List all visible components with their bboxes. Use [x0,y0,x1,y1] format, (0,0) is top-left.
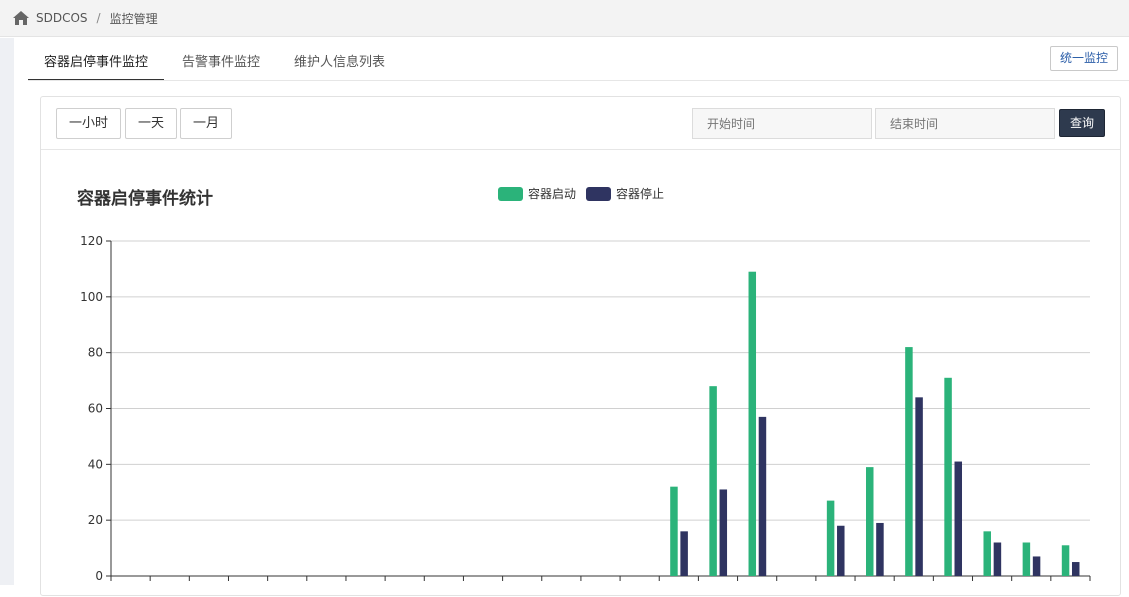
sidebar-edge [0,38,14,585]
y-tick-label: 120 [80,234,103,248]
bar-stop [758,416,767,576]
bar-stop [680,531,688,576]
unified-monitor-button[interactable]: 统一监控 [1050,46,1118,71]
tab-maintainers[interactable]: 维护人信息列表 [278,44,401,81]
y-tick-label: 0 [95,569,103,583]
y-tick-label: 40 [88,457,103,471]
tab-divider [28,80,1129,81]
tab-bar: 容器启停事件监控 告警事件监控 维护人信息列表 [28,44,403,81]
breadcrumb-current: 监控管理 [109,11,158,26]
bar-stop [876,522,884,576]
tab-container-events[interactable]: 容器启停事件监控 [28,44,165,81]
bar-start [670,486,678,576]
bar-stop [993,542,1002,576]
y-tick-label: 100 [80,290,103,304]
bar-start [748,271,757,576]
bar-stop [719,489,728,576]
bar-start [866,467,874,576]
breadcrumb-separator: / [96,11,101,25]
bar-start [944,377,952,576]
bar-stop [1071,562,1080,576]
home-icon[interactable] [12,10,30,26]
chart-card: 一小时 一天 一月 查询 容器启停事件统计 容器启动 容器停止 02040608… [40,96,1121,596]
bar-stop [837,525,845,576]
bar-start [983,531,991,576]
bar-start [1061,545,1070,576]
bar-start [1022,542,1031,576]
bar-stop [1032,556,1041,576]
y-tick-label: 60 [88,402,103,416]
breadcrumb-root[interactable]: SDDCOS [36,11,88,25]
y-tick-label: 20 [88,513,103,527]
bar-chart: 0 20 40 60 80 100 120 [80,234,1091,583]
bar-start [826,500,835,576]
bar-start [905,347,913,576]
bar-start [709,386,717,576]
y-tick-label: 80 [88,346,103,360]
tab-alert-events[interactable]: 告警事件监控 [166,44,276,81]
bar-stop [954,461,963,576]
bar-stop [915,397,923,576]
breadcrumb-bar: SDDCOS / 监控管理 [0,0,1129,37]
